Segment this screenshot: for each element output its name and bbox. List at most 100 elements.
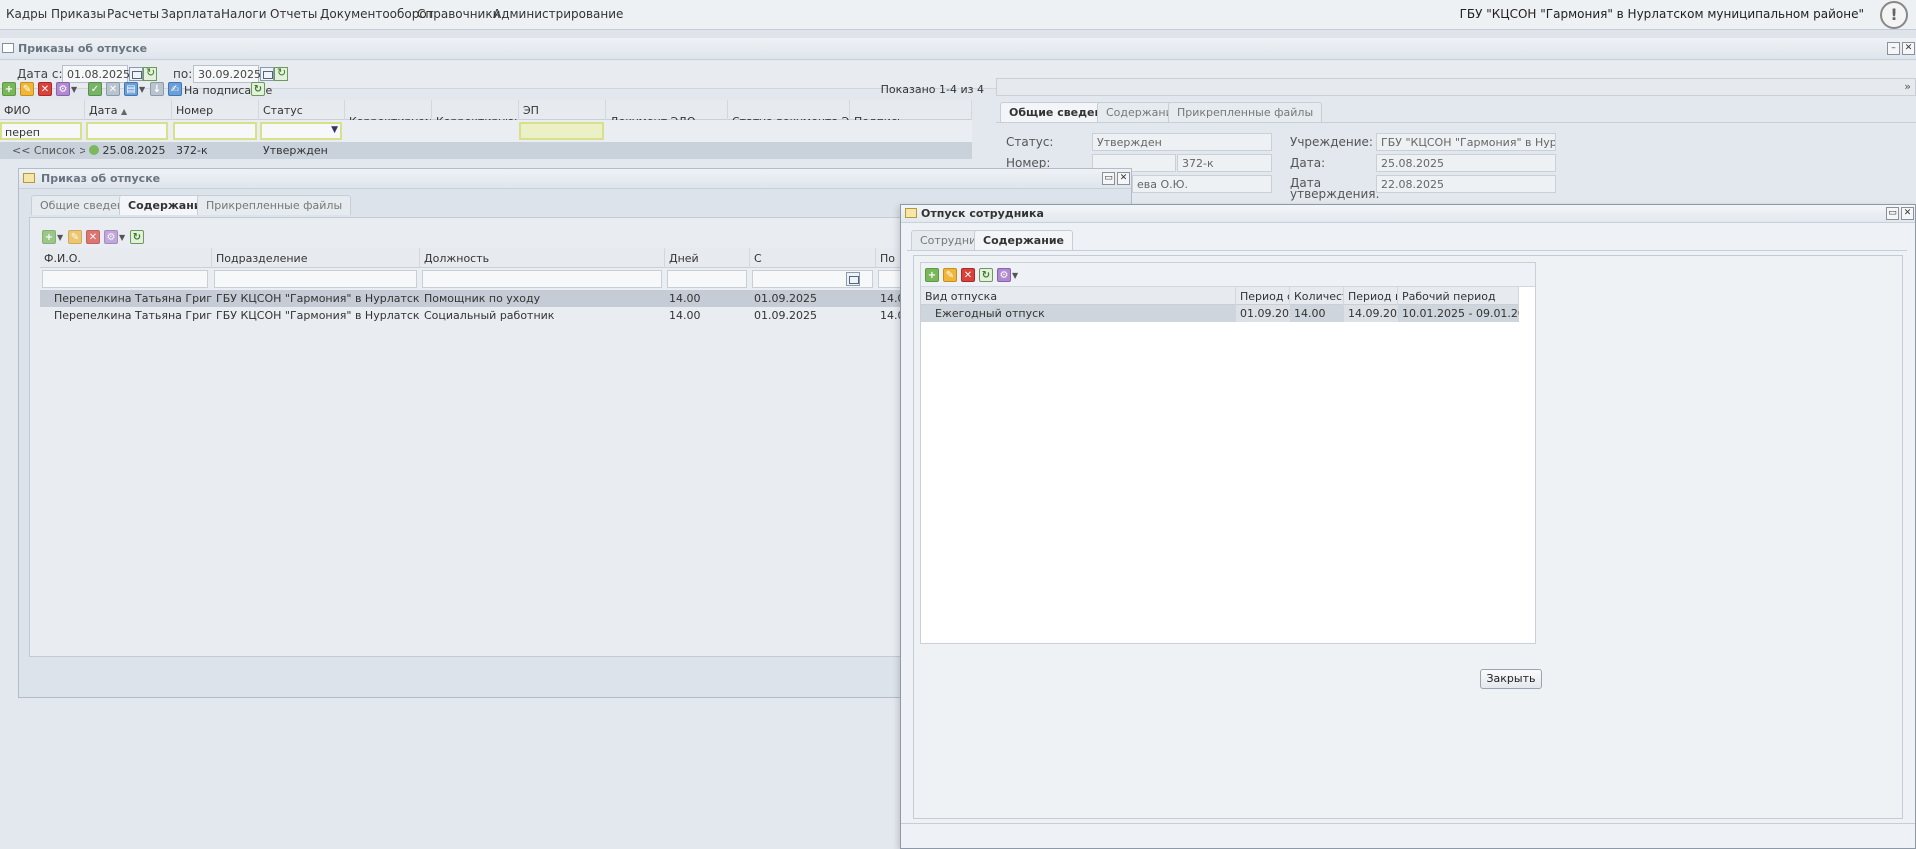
col-period-to[interactable]: Период по: [1344, 287, 1398, 305]
col-days[interactable]: Дней: [665, 248, 750, 268]
edit-icon[interactable]: ✎: [20, 82, 34, 96]
menu-administrirovanie[interactable]: Администрирование: [493, 7, 623, 21]
col-ep[interactable]: ЭП: [519, 100, 606, 120]
menu-nalogi[interactable]: Налоги: [221, 7, 267, 21]
col-date[interactable]: Дата ▲: [85, 100, 172, 120]
chevron-down-icon[interactable]: ▼: [57, 233, 63, 242]
alert-icon[interactable]: !: [1880, 1, 1908, 29]
filter-days-input[interactable]: [667, 270, 747, 288]
approve-date-label: Дата утверждения:: [1290, 176, 1380, 201]
col-quantity[interactable]: Количест...: [1290, 287, 1344, 305]
unapprove-icon[interactable]: ✕: [106, 82, 120, 96]
window-icon: [2, 43, 14, 53]
col-department[interactable]: Подразделение: [212, 248, 420, 268]
close-icon[interactable]: ✕: [1902, 42, 1915, 55]
chevron-down-icon[interactable]: ▼: [71, 85, 77, 94]
settings-icon[interactable]: ⚙: [56, 82, 70, 96]
document-icon: [23, 173, 35, 183]
close-icon[interactable]: ✕: [1117, 172, 1130, 185]
chevron-down-icon: ▼: [331, 125, 338, 135]
calendar-icon[interactable]: [846, 272, 860, 286]
filter-fio-input[interactable]: [42, 270, 208, 288]
add-icon[interactable]: +: [925, 268, 939, 282]
col-fio[interactable]: Ф.И.О.: [40, 248, 212, 268]
col-period-from[interactable]: Период с: [1236, 287, 1290, 305]
vacation-toolbar: + ✎ ✕ ↻ ⚙ ▼: [921, 263, 1535, 287]
col-signature[interactable]: Подпись: [850, 100, 972, 120]
minimize-icon[interactable]: –: [1887, 42, 1900, 55]
cell-from: 01.09.2025: [754, 309, 817, 322]
filter-status-select[interactable]: ▼: [260, 122, 342, 140]
col-work-period[interactable]: Рабочий период: [1398, 287, 1519, 305]
menu-zarplata[interactable]: Зарплата: [161, 7, 221, 21]
chevron-down-icon[interactable]: ▼: [1012, 271, 1018, 280]
collapse-icon[interactable]: »: [1904, 80, 1911, 93]
col-fio[interactable]: ФИО: [0, 100, 85, 120]
refresh-icon[interactable]: ↻: [979, 268, 993, 282]
order-dialog-title: Приказ об отпуске: [41, 172, 161, 185]
print-icon[interactable]: ▤: [124, 82, 138, 96]
cell-period-from: 01.09.2025: [1236, 305, 1290, 322]
list-toolbar: + ✎ ✕ ⚙ ▼ ✓ ✕ ▤ ▼ ↓ ✍ На подписание ↻ По…: [0, 78, 990, 100]
vacation-dialog-title: Отпуск сотрудника: [921, 207, 1044, 220]
cell-work-period: 10.01.2025 - 09.01.2026: [1402, 307, 1519, 320]
col-edo-doc[interactable]: Документ ЭДО: [606, 100, 728, 120]
settings-icon[interactable]: ⚙: [997, 268, 1011, 282]
col-vacation-type[interactable]: Вид отпуска: [921, 287, 1236, 305]
col-position[interactable]: Должность: [420, 248, 665, 268]
filter-position-input[interactable]: [422, 270, 662, 288]
sign-icon[interactable]: ✍: [168, 82, 182, 96]
maximize-icon[interactable]: ▭: [1886, 207, 1899, 220]
filter-department-input[interactable]: [214, 270, 417, 288]
right-panel-header: »: [996, 78, 1916, 96]
delete-icon[interactable]: ✕: [86, 230, 100, 244]
col-correcting[interactable]: Корректирующи...: [432, 100, 519, 120]
table-row[interactable]: Ежегодный отпуск 01.09.2025 14.00 14.09.…: [921, 305, 1519, 322]
add-icon[interactable]: +: [42, 230, 56, 244]
menu-spravochniki[interactable]: Справочники: [417, 7, 500, 21]
filter-number-input[interactable]: [173, 122, 257, 140]
cell-days: 14.00: [669, 309, 701, 322]
add-icon[interactable]: +: [2, 82, 16, 96]
tab-files[interactable]: Прикрепленные файлы: [197, 195, 352, 215]
menu-raschety[interactable]: Расчеты: [107, 7, 159, 21]
filter-fio-input[interactable]: переп: [0, 122, 82, 140]
col-number[interactable]: Номер: [172, 100, 259, 120]
delete-icon[interactable]: ✕: [961, 268, 975, 282]
export-icon[interactable]: ↓: [150, 82, 164, 96]
col-corrected[interactable]: Корректируемый...: [345, 100, 432, 120]
menu-prikazy[interactable]: Приказы: [51, 7, 106, 21]
delete-icon[interactable]: ✕: [38, 82, 52, 96]
refresh-icon[interactable]: ↻: [130, 230, 144, 244]
filter-ep-input[interactable]: [519, 122, 604, 140]
maximize-icon[interactable]: ▭: [1102, 172, 1115, 185]
menu-otchety[interactable]: Отчеты: [270, 7, 317, 21]
vacation-dialog-header: Отпуск сотрудника ▭ ✕: [901, 205, 1915, 223]
col-date-label: Дата: [89, 104, 118, 117]
cell-fio: Перепелкина Татьяна Григорьевна: [54, 309, 212, 322]
settings-icon[interactable]: ⚙: [104, 230, 118, 244]
cell-position: Социальный работник: [424, 309, 555, 322]
close-button[interactable]: Закрыть: [1480, 669, 1542, 689]
close-icon[interactable]: ✕: [1901, 207, 1914, 220]
menu-kadry[interactable]: Кадры: [6, 7, 47, 21]
cell-number: 372-к: [176, 144, 208, 157]
chevron-down-icon[interactable]: ▼: [119, 233, 125, 242]
date-label: Дата:: [1290, 156, 1326, 170]
refresh-icon[interactable]: ↻: [251, 82, 265, 96]
table-row[interactable]: << Список >> 25.08.2025 372-к Утвержден: [0, 142, 972, 159]
chevron-down-icon[interactable]: ▼: [139, 85, 145, 94]
tab-files[interactable]: Прикрепленные файлы: [1168, 102, 1323, 122]
filter-date-input[interactable]: [86, 122, 168, 140]
cell-days: 14.00: [669, 292, 701, 305]
tab-content[interactable]: Содержание: [974, 230, 1073, 250]
cell-quantity: 14.00: [1294, 307, 1326, 320]
col-from[interactable]: С: [750, 248, 876, 268]
edit-icon[interactable]: ✎: [943, 268, 957, 282]
col-status[interactable]: Статус: [259, 100, 345, 120]
edit-icon[interactable]: ✎: [68, 230, 82, 244]
number-value: 372-к: [1177, 154, 1272, 172]
approve-icon[interactable]: ✓: [88, 82, 102, 96]
cell-status: Утвержден: [263, 144, 328, 157]
col-edo-status[interactable]: Статус документа ЭДО: [728, 100, 850, 120]
